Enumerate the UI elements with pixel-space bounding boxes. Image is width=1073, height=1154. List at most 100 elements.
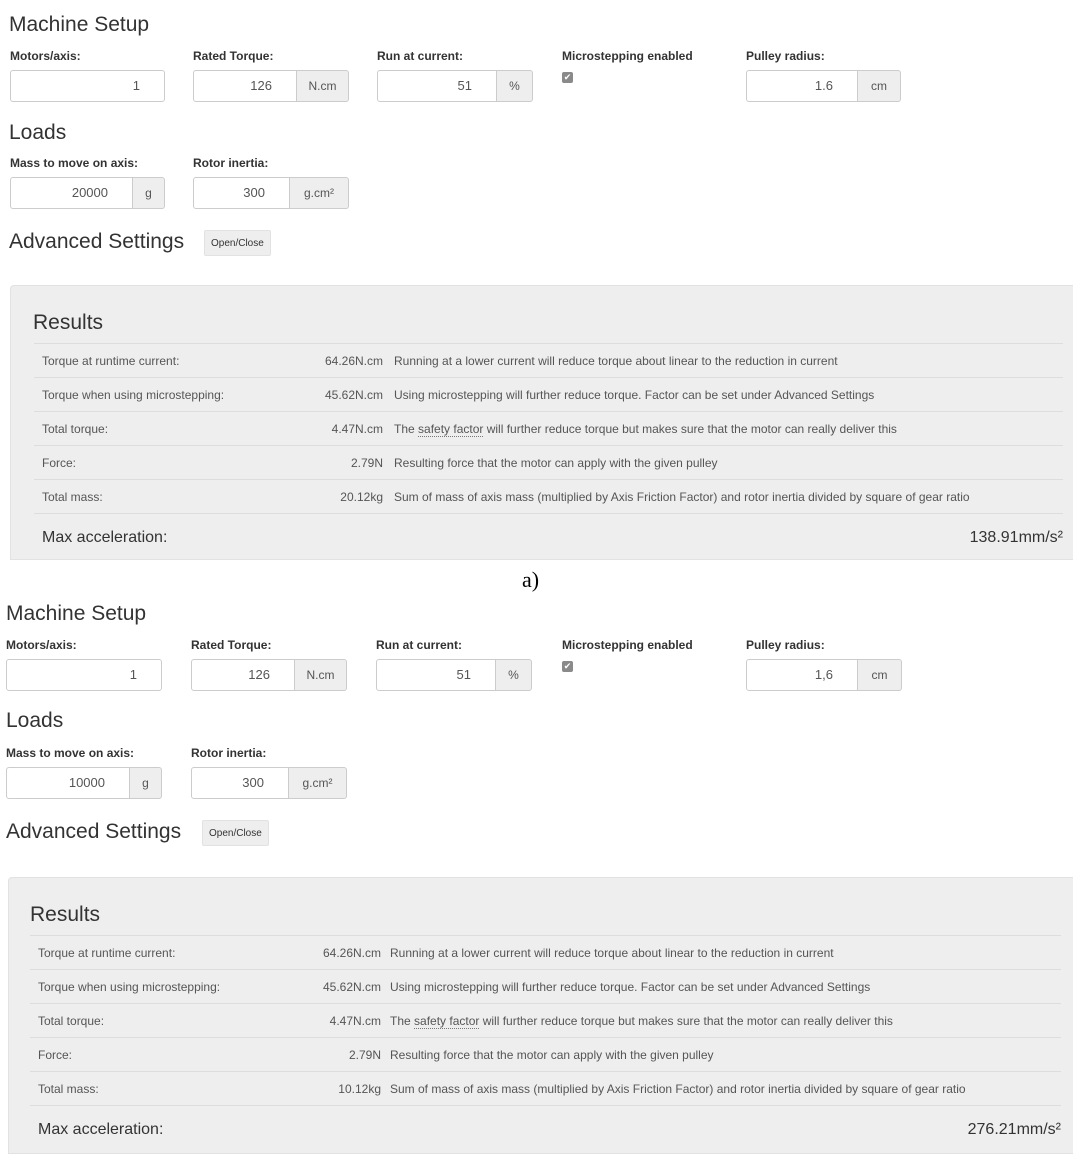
rated-torque-unit: N.cm bbox=[297, 70, 349, 102]
pulley-label: Pulley radius: bbox=[746, 49, 825, 63]
calculator-panel-a: Machine Setup Motors/axis: 1 Rated Torqu… bbox=[0, 0, 1073, 560]
row-description: Running at a lower current will reduce t… bbox=[390, 946, 834, 960]
result-row-runtime-torque: Torque at runtime current: 64.26N.cm Run… bbox=[30, 935, 1061, 969]
max-accel-label: Max acceleration: bbox=[42, 529, 168, 546]
figure-caption: a) bbox=[522, 567, 540, 592]
rotor-input[interactable]: 300 bbox=[193, 177, 290, 209]
rated-torque-unit: N.cm bbox=[295, 659, 347, 691]
result-row-runtime-torque: Torque at runtime current: 64.26N.cm Run… bbox=[34, 343, 1063, 377]
row-value: 4.47N.cm bbox=[331, 422, 383, 436]
result-row-max-acceleration: Max acceleration: 276.21mm/s² bbox=[30, 1105, 1061, 1145]
mass-group: 10000 g bbox=[6, 767, 162, 799]
result-row-total-torque: Total torque: 4.47N.cm The safety factor… bbox=[30, 1003, 1061, 1037]
row-label: Total mass: bbox=[42, 490, 103, 504]
row-description: Resulting force that the motor can apply… bbox=[390, 1048, 714, 1062]
microstepping-checkbox[interactable]: ✔ bbox=[562, 72, 573, 83]
safety-factor-link[interactable]: safety factor bbox=[414, 1014, 480, 1029]
max-accel-value: 138.91mm/s² bbox=[969, 529, 1063, 546]
rated-torque-input[interactable]: 126 bbox=[193, 70, 297, 102]
row-label: Torque when using microstepping: bbox=[42, 388, 225, 402]
result-row-total-mass: Total mass: 10.12kg Sum of mass of axis … bbox=[30, 1071, 1061, 1105]
pulley-group: 1,6 cm bbox=[746, 659, 902, 691]
rotor-group: 300 g.cm² bbox=[193, 177, 349, 209]
rated-torque-label: Rated Torque: bbox=[191, 638, 272, 652]
motors-input[interactable]: 1 bbox=[6, 659, 162, 691]
row-value: 4.47N.cm bbox=[329, 1014, 381, 1028]
microstepping-label: Microstepping enabled bbox=[562, 638, 693, 652]
row-value: 64.26N.cm bbox=[322, 946, 381, 960]
run-current-unit: % bbox=[497, 70, 533, 102]
row-description: Sum of mass of axis mass (multiplied by … bbox=[390, 1082, 966, 1096]
row-label: Total torque: bbox=[38, 1014, 105, 1028]
row-value: 45.62N.cm bbox=[324, 388, 383, 402]
row-value: 20.12kg bbox=[340, 490, 383, 504]
microstepping-label: Microstepping enabled bbox=[562, 49, 693, 63]
row-value: 10.12kg bbox=[338, 1082, 381, 1096]
microstepping-checkbox[interactable]: ✔ bbox=[562, 661, 573, 672]
max-accel-label: Max acceleration: bbox=[38, 1121, 164, 1138]
run-current-label: Run at current: bbox=[376, 638, 463, 652]
run-current-input[interactable]: 51 bbox=[376, 659, 496, 691]
mass-unit: g bbox=[130, 767, 162, 799]
row-value: 64.26N.cm bbox=[324, 354, 383, 368]
result-row-max-acceleration: Max acceleration: 138.91mm/s² bbox=[34, 513, 1063, 553]
row-value: 45.62N.cm bbox=[322, 980, 381, 994]
pulley-group: 1.6 cm bbox=[746, 70, 901, 102]
rotor-label: Rotor inertia: bbox=[193, 156, 269, 170]
rated-torque-group: 126 N.cm bbox=[193, 70, 349, 102]
result-row-total-torque: Total torque: 4.47N.cm The safety factor… bbox=[34, 411, 1063, 445]
run-current-group: 51 % bbox=[377, 70, 533, 102]
row-description: The safety factor will further reduce to… bbox=[390, 1014, 893, 1029]
result-row-force: Force: 2.79N Resulting force that the mo… bbox=[30, 1037, 1061, 1071]
advanced-toggle-button[interactable]: Open/Close bbox=[202, 820, 269, 846]
pulley-unit: cm bbox=[858, 70, 901, 102]
row-label: Force: bbox=[38, 1048, 73, 1062]
run-current-input[interactable]: 51 bbox=[377, 70, 497, 102]
motors-input[interactable]: 1 bbox=[10, 70, 165, 102]
run-current-label: Run at current: bbox=[377, 49, 464, 63]
pulley-input[interactable]: 1.6 bbox=[746, 70, 858, 102]
pulley-label: Pulley radius: bbox=[746, 638, 825, 652]
row-description: Using microstepping will further reduce … bbox=[390, 980, 871, 994]
calculator-panel-b: Machine Setup Motors/axis: 1 Rated Torqu… bbox=[0, 595, 1073, 1154]
row-description: Resulting force that the motor can apply… bbox=[394, 456, 718, 470]
row-value: 2.79N bbox=[348, 1048, 381, 1062]
mass-input[interactable]: 10000 bbox=[6, 767, 130, 799]
results-title: Results bbox=[30, 903, 101, 926]
row-description: Sum of mass of axis mass (multiplied by … bbox=[394, 490, 970, 504]
rotor-unit: g.cm² bbox=[289, 767, 347, 799]
motors-label: Motors/axis: bbox=[6, 638, 77, 652]
mass-unit: g bbox=[133, 177, 165, 209]
pulley-input[interactable]: 1,6 bbox=[746, 659, 858, 691]
mass-label: Mass to move on axis: bbox=[10, 156, 139, 170]
advanced-toggle-button[interactable]: Open/Close bbox=[204, 230, 271, 256]
row-description: The safety factor will further reduce to… bbox=[394, 422, 897, 437]
row-label: Torque at runtime current: bbox=[38, 946, 176, 960]
advanced-settings-title: Advanced Settings bbox=[9, 230, 185, 253]
row-label: Torque at runtime current: bbox=[42, 354, 180, 368]
rated-torque-input[interactable]: 126 bbox=[191, 659, 295, 691]
advanced-settings-title: Advanced Settings bbox=[6, 820, 182, 843]
row-value: 2.79N bbox=[350, 456, 383, 470]
result-row-microstep-torque: Torque when using microstepping: 45.62N.… bbox=[34, 377, 1063, 411]
safety-factor-link[interactable]: safety factor bbox=[418, 422, 484, 437]
mass-input[interactable]: 20000 bbox=[10, 177, 133, 209]
rotor-group: 300 g.cm² bbox=[191, 767, 347, 799]
rotor-input[interactable]: 300 bbox=[191, 767, 289, 799]
pulley-unit: cm bbox=[858, 659, 902, 691]
results-well: Results Torque at runtime current: 64.26… bbox=[8, 877, 1073, 1154]
result-row-force: Force: 2.79N Resulting force that the mo… bbox=[34, 445, 1063, 479]
machine-setup-title: Machine Setup bbox=[9, 13, 150, 36]
rotor-unit: g.cm² bbox=[290, 177, 349, 209]
results-well: Results Torque at runtime current: 64.26… bbox=[10, 285, 1073, 560]
loads-title: Loads bbox=[9, 121, 67, 144]
row-description: Using microstepping will further reduce … bbox=[394, 388, 875, 402]
rated-torque-label: Rated Torque: bbox=[193, 49, 274, 63]
mass-label: Mass to move on axis: bbox=[6, 746, 135, 760]
row-description: Running at a lower current will reduce t… bbox=[394, 354, 838, 368]
result-row-microstep-torque: Torque when using microstepping: 45.62N.… bbox=[30, 969, 1061, 1003]
max-accel-value: 276.21mm/s² bbox=[967, 1121, 1061, 1138]
run-current-group: 51 % bbox=[376, 659, 532, 691]
results-title: Results bbox=[33, 311, 104, 334]
row-label: Force: bbox=[42, 456, 77, 470]
